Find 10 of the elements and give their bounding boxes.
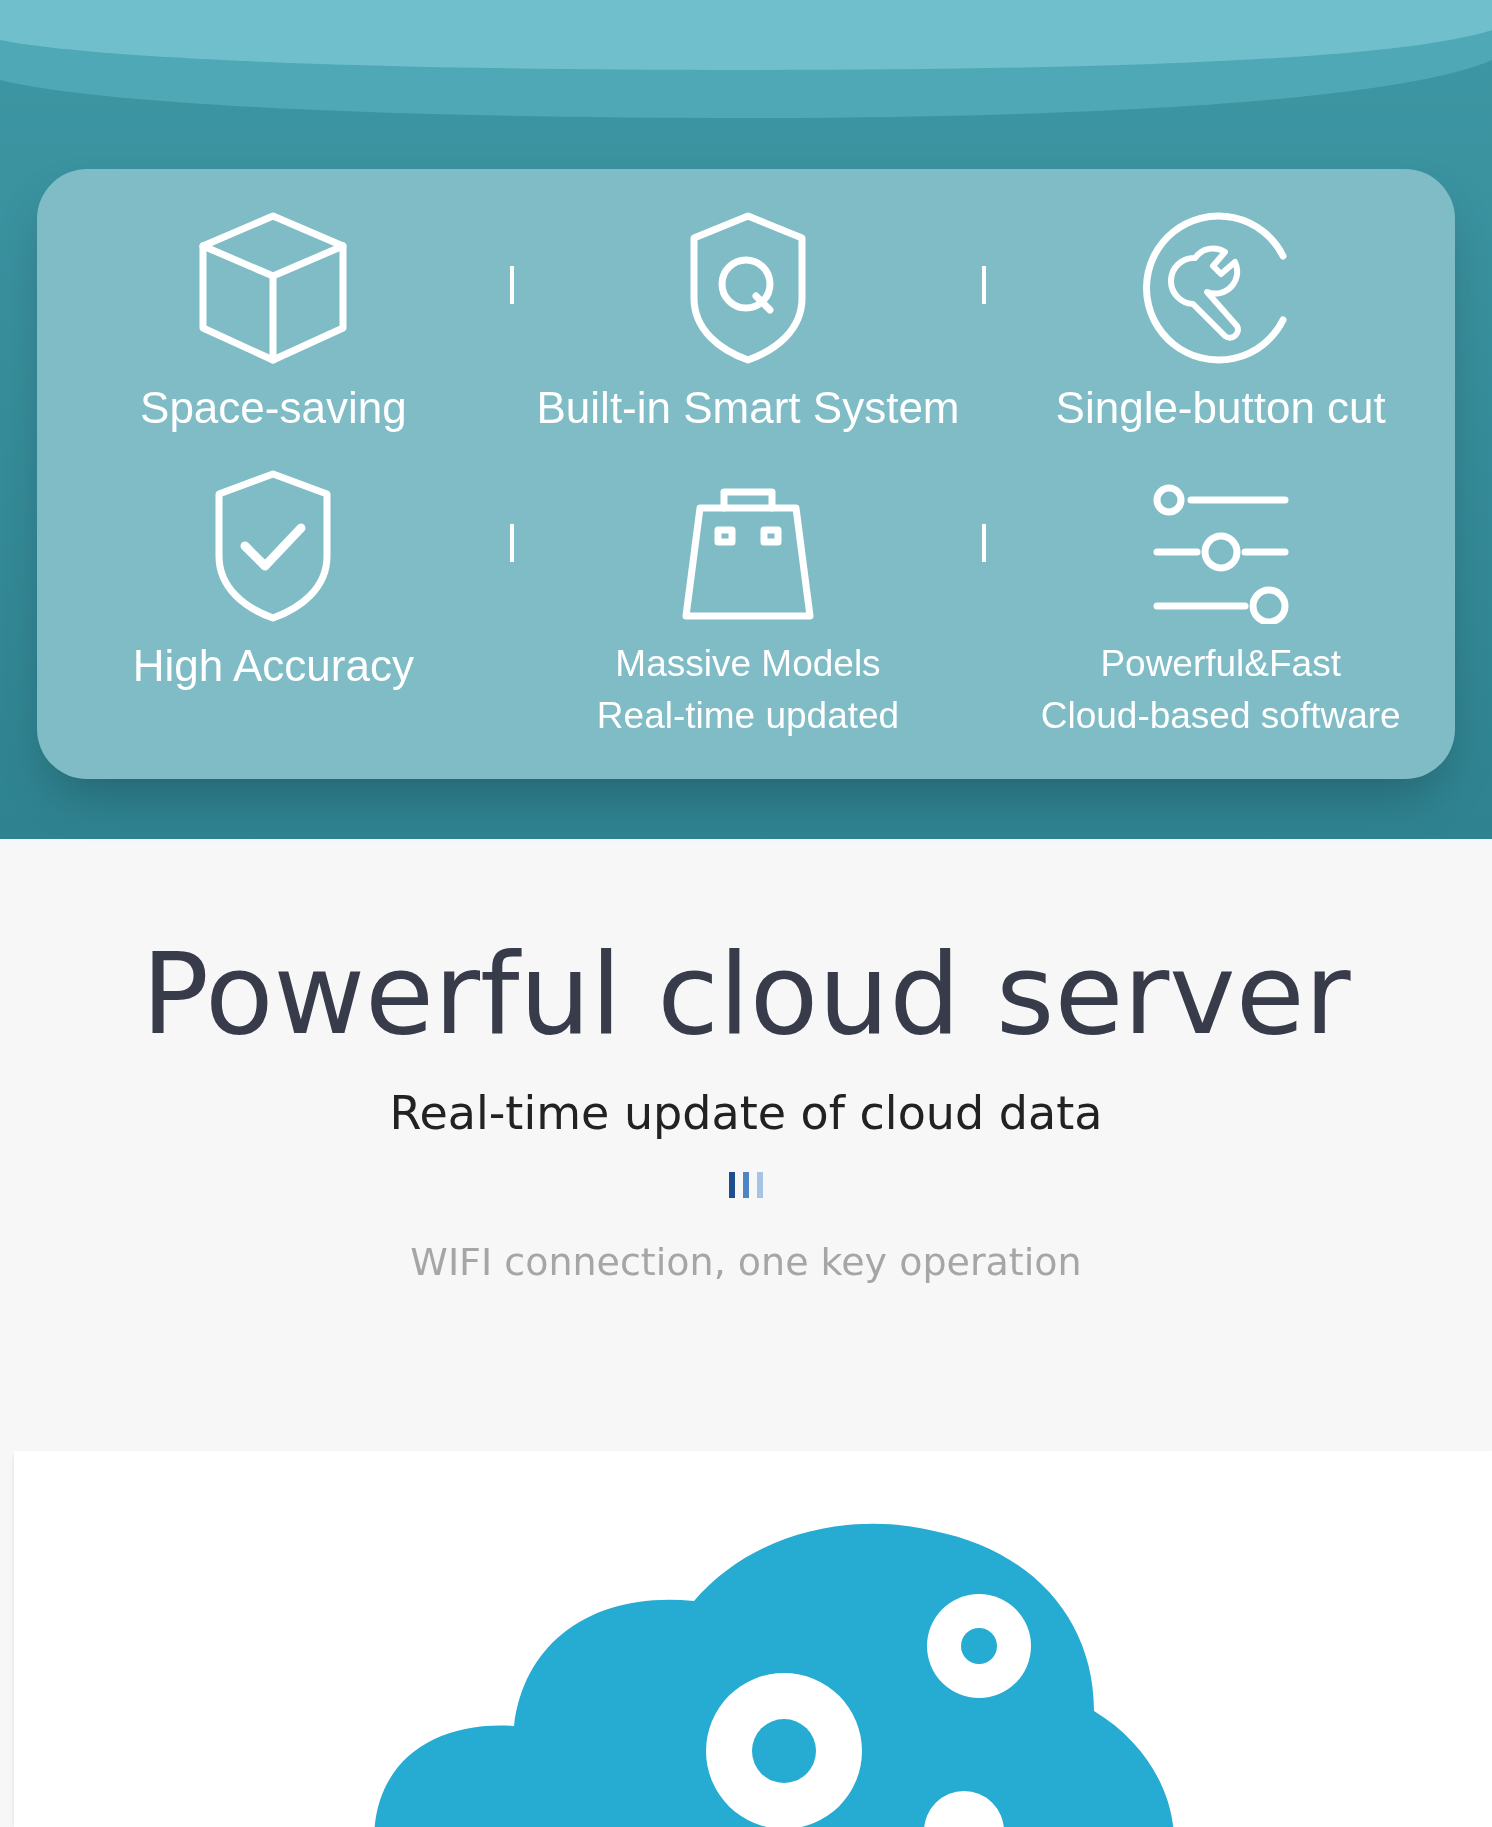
feature-label: Single-button cut (1055, 382, 1386, 434)
section-subtitle: Real-time update of cloud data (389, 1085, 1103, 1142)
bars-icon (729, 1172, 763, 1198)
feature-label: Space-saving (140, 382, 407, 434)
section-caption: WIFI connection, one key operation (410, 1239, 1082, 1286)
section-title: Powerful cloud server (141, 929, 1351, 1059)
feature-label: High Accuracy (132, 640, 414, 692)
feature-label: Massive Models Real-time updated (596, 642, 900, 738)
feature-label: Built-in Smart System (536, 382, 960, 434)
feature-label: Powerful&Fast Cloud-based software (1040, 642, 1401, 738)
